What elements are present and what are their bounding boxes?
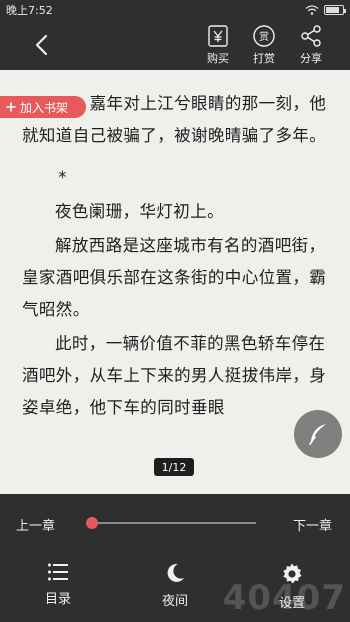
wifi-icon — [305, 5, 319, 15]
chapter-progress-slider[interactable] — [92, 522, 256, 524]
add-to-shelf-label: 加入书架 — [20, 100, 69, 115]
status-time: 晚上7:52 — [6, 4, 53, 17]
moon-icon — [167, 563, 184, 582]
night-label: 夜间 — [161, 594, 188, 609]
battery-icon — [324, 5, 346, 15]
plus-icon — [6, 102, 16, 112]
next-chapter-button[interactable]: 下一章 — [293, 515, 332, 534]
back-button[interactable] — [28, 32, 54, 58]
share-icon — [301, 25, 321, 47]
back-arrow-icon — [35, 34, 48, 56]
prev-chapter-button[interactable]: 上一章 — [16, 515, 55, 534]
status-bar: 晚上7:52 — [0, 0, 350, 20]
chapter-progress-row: 上一章 下一章 — [0, 512, 350, 534]
share-button[interactable]: 分享 — [291, 24, 331, 68]
share-label: 分享 — [300, 52, 322, 65]
reward-icon: 赏 — [253, 25, 275, 47]
write-note-button[interactable] — [294, 410, 342, 458]
reward-label: 打赏 — [253, 52, 275, 65]
paragraph: 此时，一辆价值不菲的黑色轿车停在酒吧外，从车上下来的男人挺拔伟岸，身姿卓绝，他下… — [22, 334, 327, 417]
page-indicator: 1/12 — [154, 458, 194, 476]
list-icon — [48, 563, 68, 581]
reading-page[interactable]: 嘉年对上江兮眼睛的那一刻，他就知道自己被骗了，被谢晚晴骗了多年。 * 夜色阑珊，… — [0, 70, 350, 494]
chapter-text: 嘉年对上江兮眼睛的那一刻，他就知道自己被骗了，被谢晚晴骗了多年。 * 夜色阑珊，… — [0, 70, 350, 424]
slider-thumb[interactable] — [86, 517, 98, 529]
site-watermark: 40407 — [222, 578, 346, 618]
reader-bottom-panel: 上一章 下一章 目录 夜间 设置 40407 — [0, 494, 350, 622]
table-of-contents-button[interactable]: 目录 — [30, 562, 86, 607]
buy-yen-icon — [208, 25, 228, 47]
paragraph: 解放西路是这座城市有名的酒吧街，皇家酒吧俱乐部在这条街的中心位置，霸气昭然。 — [22, 236, 327, 319]
svg-text:赏: 赏 — [259, 31, 269, 43]
buy-button[interactable]: 购买 — [198, 24, 238, 68]
status-icons — [305, 5, 346, 15]
buy-label: 购买 — [207, 52, 229, 65]
paragraph: 夜色阑珊，华灯初上。 — [55, 202, 224, 221]
reader-top-bar: 购买 赏 打赏 分享 — [0, 20, 350, 70]
toc-label: 目录 — [44, 592, 71, 607]
reward-button[interactable]: 赏 打赏 — [244, 24, 284, 68]
add-to-shelf-button[interactable]: 加入书架 — [0, 96, 86, 118]
feather-pen-icon — [309, 424, 326, 445]
paragraph-separator: * — [58, 168, 67, 187]
night-mode-button[interactable]: 夜间 — [147, 562, 203, 609]
